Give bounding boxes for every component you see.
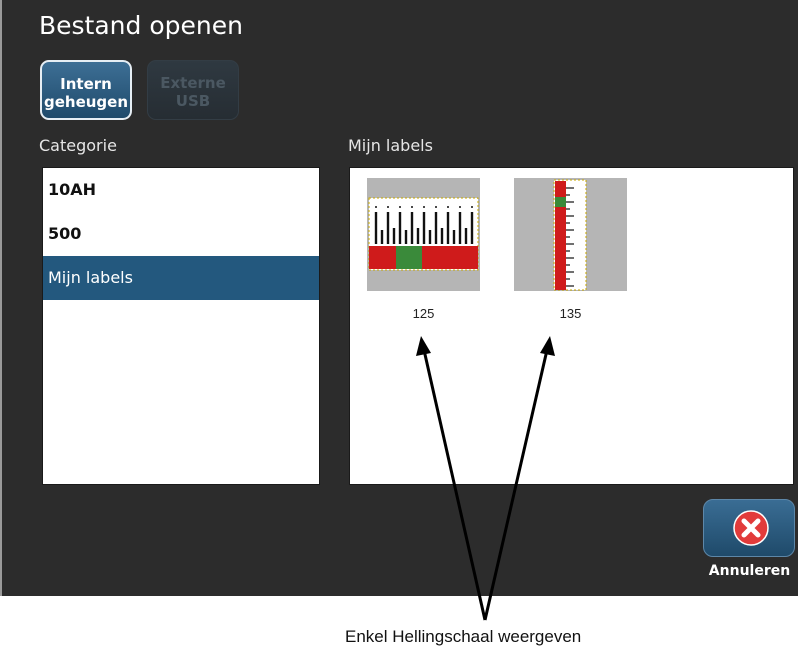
slope-scale-preview-vertical bbox=[514, 178, 627, 291]
label-name-125: 125 bbox=[412, 306, 435, 321]
external-usb-line1: Externe bbox=[160, 74, 226, 92]
labels-header: Mijn labels bbox=[348, 136, 433, 155]
cancel-label: Annuleren bbox=[708, 563, 791, 579]
category-item-mijn-labels[interactable]: Mijn labels bbox=[43, 256, 319, 300]
internal-memory-button[interactable]: Intern geheugen bbox=[40, 60, 132, 120]
external-usb-button[interactable]: Externe USB bbox=[147, 60, 239, 120]
category-list: 10AH 500 Mijn labels bbox=[42, 167, 320, 485]
open-file-dialog: Bestand openen Intern geheugen Externe U… bbox=[0, 0, 798, 596]
label-thumbnail-135[interactable]: 135 bbox=[514, 178, 627, 321]
annotation-caption: Enkel Hellingschaal weergeven bbox=[345, 627, 582, 646]
internal-memory-line2: geheugen bbox=[43, 93, 129, 111]
external-usb-line2: USB bbox=[175, 92, 211, 110]
category-item-500[interactable]: 500 bbox=[43, 212, 319, 256]
category-item-10ah[interactable]: 10AH bbox=[43, 168, 319, 212]
labels-panel: 125 135 bbox=[349, 167, 794, 485]
cancel-button[interactable]: Annuleren bbox=[702, 499, 797, 587]
dialog-title: Bestand openen bbox=[39, 11, 243, 40]
label-thumbnail-125[interactable]: 125 bbox=[367, 178, 480, 321]
slope-scale-preview-horizontal bbox=[367, 178, 480, 291]
cancel-button-face[interactable] bbox=[703, 499, 795, 557]
label-name-135: 135 bbox=[559, 306, 582, 321]
category-header: Categorie bbox=[39, 136, 117, 155]
internal-memory-line1: Intern bbox=[60, 75, 112, 93]
close-icon bbox=[733, 510, 769, 546]
